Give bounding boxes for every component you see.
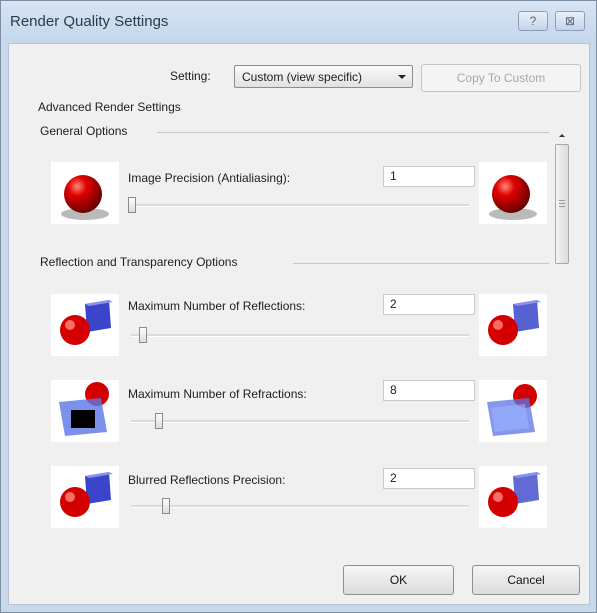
sphere-and-cube-preview-icon [479, 294, 547, 356]
options-scrollbar[interactable] [552, 128, 569, 594]
help-icon: ? [529, 14, 537, 28]
blurred-sphere-cube-preview-icon [479, 466, 547, 528]
image-precision-input[interactable]: 1 [383, 166, 475, 187]
reflection-options-group: Reflection and Transparency Options [40, 255, 238, 269]
dropdown-arrow-icon [398, 75, 406, 79]
blurred-reflections-label: Blurred Reflections Precision: [128, 473, 286, 487]
setting-dropdown[interactable]: Custom (view specific) [234, 65, 413, 88]
blurred-sphere-cube-icon [51, 466, 119, 528]
setting-dropdown-value: Custom (view specific) [242, 70, 363, 84]
grip-line [559, 203, 565, 204]
dialog-body: Setting: Custom (view specific) Copy To … [8, 43, 590, 605]
max-refractions-slider[interactable] [155, 413, 163, 429]
sphere-and-cube-icon [51, 294, 119, 356]
image-precision-track [131, 204, 469, 207]
scrollbar-thumb[interactable] [555, 144, 569, 264]
copy-to-custom-button[interactable]: Copy To Custom [421, 64, 581, 92]
title-bar[interactable]: Render Quality Settings ? ⊠ [1, 1, 596, 43]
setting-label: Setting: [170, 69, 211, 83]
max-refractions-track [131, 420, 469, 423]
red-sphere-icon [51, 162, 119, 224]
max-reflections-slider[interactable] [139, 327, 147, 343]
general-options-group: General Options [40, 124, 128, 138]
group-divider [293, 263, 549, 264]
image-precision-slider[interactable] [128, 197, 136, 213]
scroll-up-icon[interactable] [559, 134, 565, 137]
window-title: Render Quality Settings [10, 13, 169, 30]
max-reflections-track [131, 334, 469, 337]
grip-line [559, 200, 565, 201]
close-button[interactable]: ⊠ [555, 11, 585, 31]
max-refractions-input[interactable]: 8 [383, 380, 475, 401]
help-button[interactable]: ? [518, 11, 548, 31]
ok-button[interactable]: OK [343, 565, 454, 595]
max-reflections-label: Maximum Number of Reflections: [128, 299, 306, 313]
grip-line [559, 206, 565, 207]
refraction-cube-icon [51, 380, 119, 442]
refraction-cube-preview-icon [479, 380, 547, 442]
cancel-button[interactable]: Cancel [472, 565, 580, 595]
max-refractions-label: Maximum Number of Refractions: [128, 387, 307, 401]
red-sphere-preview-icon [479, 162, 547, 224]
render-quality-dialog: Render Quality Settings ? ⊠ Setting: Cus… [0, 0, 597, 613]
close-icon: ⊠ [564, 14, 576, 28]
blurred-reflections-track [131, 505, 469, 508]
blurred-reflections-slider[interactable] [162, 498, 170, 514]
image-precision-label: Image Precision (Antialiasing): [128, 171, 291, 185]
advanced-settings-heading: Advanced Render Settings [38, 100, 181, 114]
group-divider [157, 132, 549, 133]
max-reflections-input[interactable]: 2 [383, 294, 475, 315]
blurred-reflections-input[interactable]: 2 [383, 468, 475, 489]
